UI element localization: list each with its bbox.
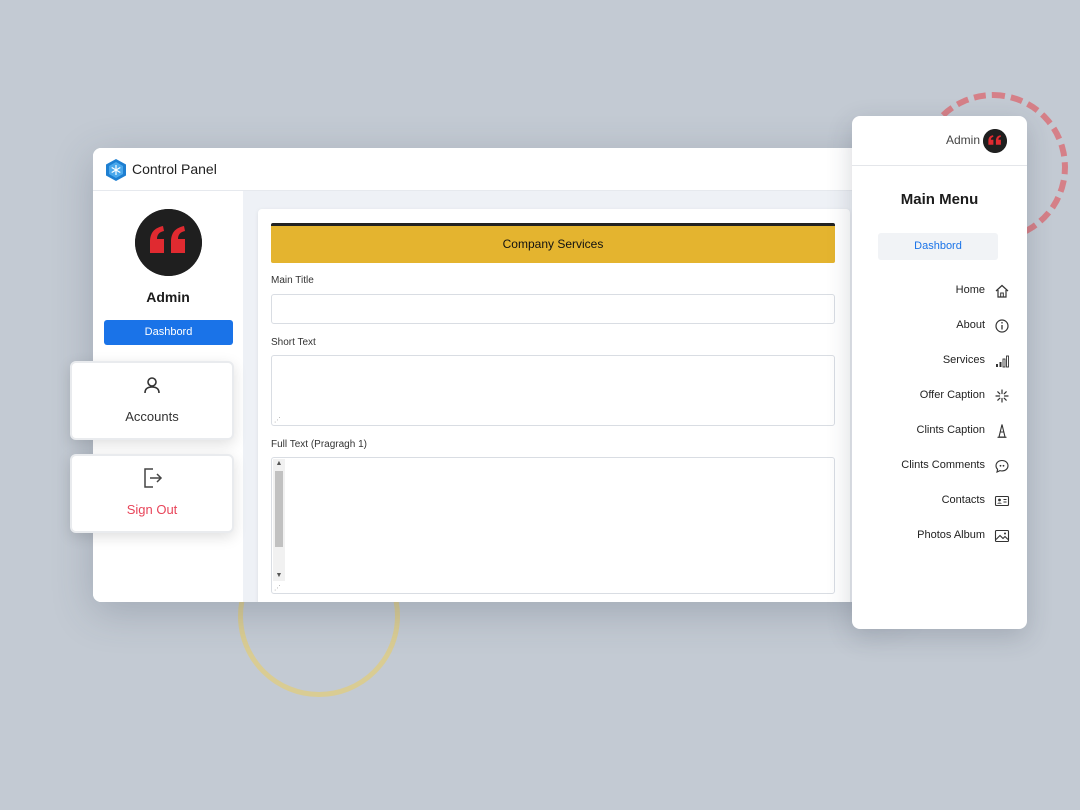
scroll-up-arrow-icon[interactable]: ▲ (273, 459, 285, 469)
short-text-textarea[interactable]: ⋰ (271, 355, 835, 426)
comment-icon (995, 459, 1009, 473)
menu-item-label: Contacts (941, 494, 985, 506)
top-bar: Control Panel (93, 148, 893, 191)
menu-item-label: Home (955, 284, 985, 296)
user-icon (144, 377, 160, 394)
contact-card-icon (994, 495, 1010, 507)
menu-dashboard-button[interactable]: Dashbord (878, 233, 998, 260)
accounts-button[interactable]: Accounts (70, 361, 234, 440)
main-title-input[interactable] (271, 294, 835, 324)
menu-title: Main Menu (900, 191, 979, 208)
menu-item-label: About (956, 319, 985, 331)
full-text-label: Full Text (Pragragh 1) (271, 439, 367, 450)
sign-out-icon (144, 468, 163, 488)
menu-item-clints-caption[interactable]: Clints Caption (862, 422, 1010, 442)
app-title: Control Panel (132, 161, 217, 177)
quote-logo-icon (983, 129, 1007, 153)
menu-user-name: Admin (945, 133, 980, 147)
menu-item-home[interactable]: Home (862, 282, 1010, 302)
dashboard-button[interactable]: Dashbord (104, 320, 233, 345)
menu-header: Admin (852, 116, 1027, 166)
main-menu-panel: Admin Main Menu Dashbord Home About Serv… (852, 116, 1027, 629)
avatar[interactable] (983, 129, 1007, 153)
section-title: Company Services (271, 223, 835, 263)
menu-item-contacts[interactable]: Contacts (862, 492, 1010, 512)
menu-item-clints-comments[interactable]: Clints Comments (862, 457, 1010, 477)
accounts-label: Accounts (125, 409, 179, 424)
resize-grip-icon[interactable]: ⋰ (274, 584, 281, 592)
signal-bars-icon (996, 355, 1009, 368)
menu-item-offer-caption[interactable]: Offer Caption (862, 387, 1010, 407)
scroll-thumb[interactable] (275, 471, 283, 547)
menu-item-label: Clints Caption (916, 424, 985, 436)
sparkle-icon (995, 389, 1009, 403)
resize-grip-icon[interactable]: ⋰ (274, 416, 281, 424)
sign-out-label: Sign Out (126, 502, 178, 517)
home-icon (995, 284, 1009, 298)
menu-item-label: Services (942, 354, 985, 366)
image-icon (994, 529, 1010, 543)
menu-item-services[interactable]: Services (862, 352, 1010, 372)
menu-item-about[interactable]: About (862, 317, 1010, 337)
menu-item-label: Offer Caption (919, 389, 985, 401)
menu-item-label: Photos Album (917, 529, 985, 541)
sign-out-button[interactable]: Sign Out (70, 454, 234, 533)
menu-item-photos-album[interactable]: Photos Album (862, 527, 1010, 547)
short-text-label: Short Text (271, 337, 316, 348)
avatar (135, 209, 202, 276)
main-title-label: Main Title (271, 275, 314, 286)
tower-icon (997, 424, 1007, 438)
app-logo-icon (106, 159, 126, 181)
user-name: Admin (146, 289, 190, 305)
menu-item-label: Clints Comments (901, 459, 985, 471)
form-card: Company Services Main Title Short Text ⋰… (258, 209, 850, 602)
scroll-down-arrow-icon[interactable]: ▼ (273, 571, 285, 581)
full-text-textarea[interactable]: ▲ ▼ ⋰ (271, 457, 835, 594)
quote-logo-icon (135, 209, 202, 276)
scrollbar[interactable]: ▲ ▼ (273, 459, 285, 581)
info-icon (995, 319, 1009, 333)
